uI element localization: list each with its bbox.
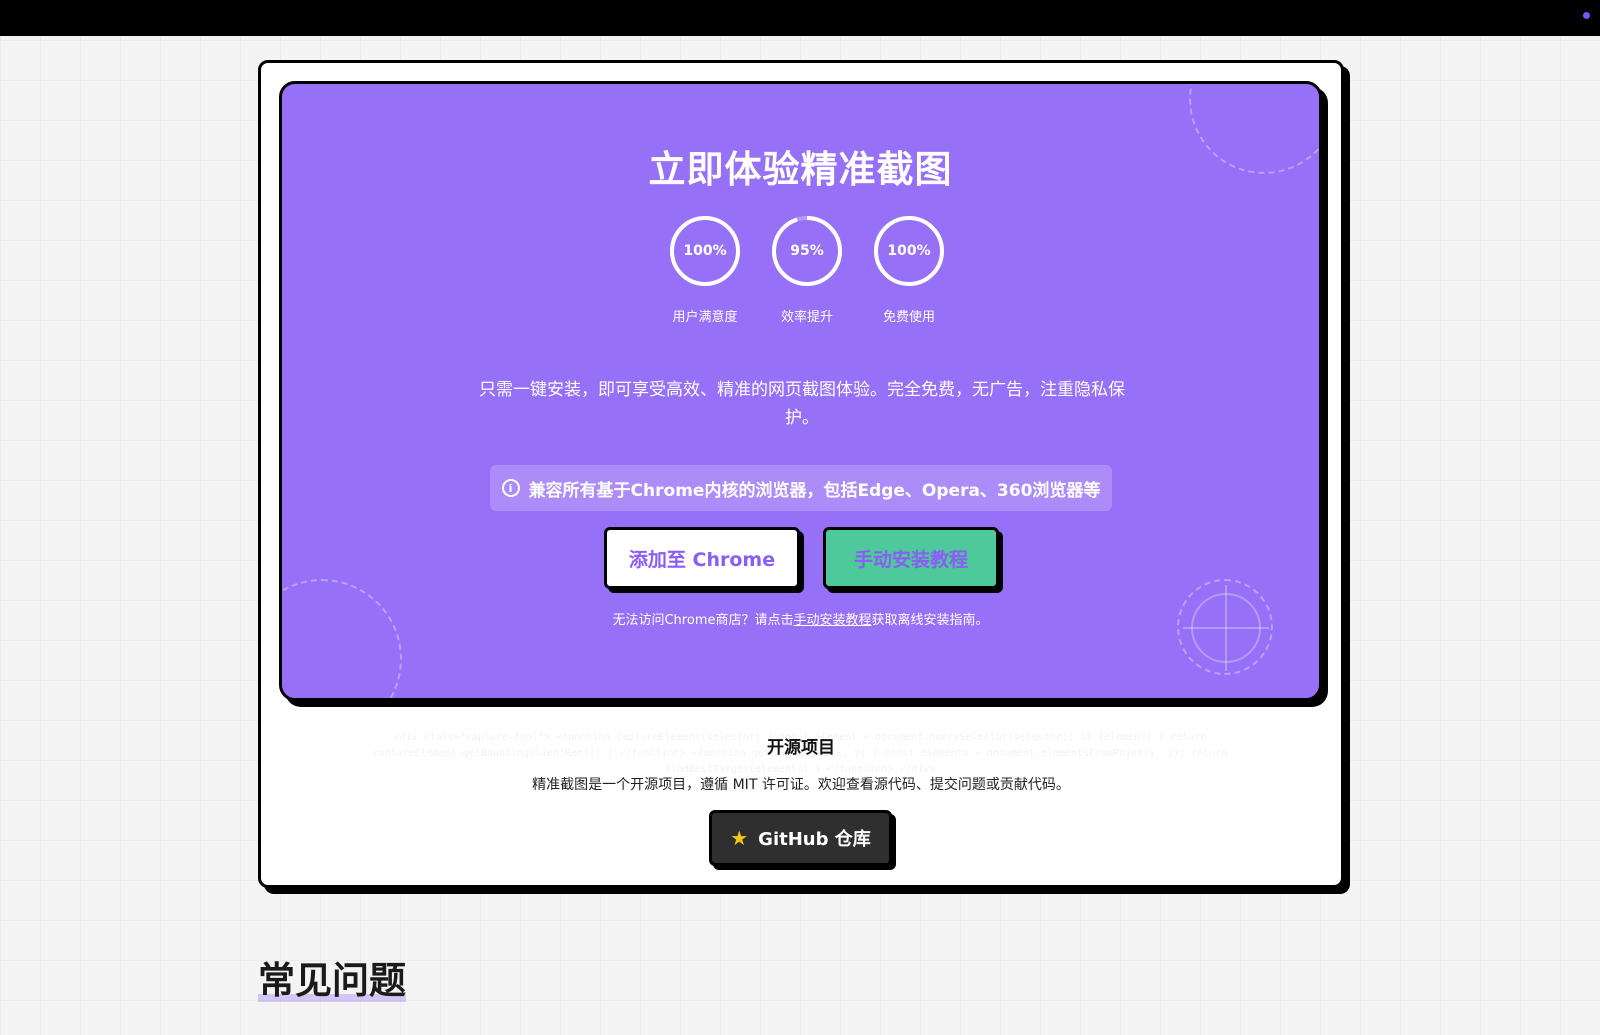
note-prefix: 无法访问Chrome商店？请点击: [612, 613, 794, 628]
cta-title: 立即体验精准截图: [648, 148, 953, 191]
stats-row: 100% 用户满意度 95% 效率提升 100% 免费使用: [667, 214, 947, 334]
status-dot: [1583, 12, 1590, 19]
stat-label: 效率提升: [780, 310, 833, 325]
stat-value: 100%: [683, 243, 727, 259]
top-bar: [0, 0, 1600, 36]
github-button-label: GitHub 仓库: [758, 829, 871, 850]
progress-ring: 100%: [668, 214, 742, 288]
compatibility-note: i 兼容所有基于Chrome内核的浏览器，包括Edge、Opera、360浏览器…: [490, 465, 1112, 511]
stat-label: 免费使用: [882, 310, 935, 325]
note-suffix: 获取离线安装指南。: [871, 613, 989, 628]
faq-title: 常见问题: [258, 950, 406, 1004]
cta-panel: 立即体验精准截图 100% 用户满意度 95% 效率提升 100% 免费使用 只…: [279, 81, 1322, 701]
stat-efficiency: 95% 效率提升: [769, 214, 845, 334]
stat-value: 100%: [887, 243, 931, 259]
manual-install-button[interactable]: 手动安装教程: [823, 527, 999, 589]
compatibility-text: 兼容所有基于Chrome内核的浏览器，包括Edge、Opera、360浏览器等: [528, 480, 1101, 501]
info-icon: i: [501, 479, 520, 497]
stat-value: 95%: [790, 243, 824, 259]
star-icon: ★: [730, 826, 749, 850]
cta-description: 只需一键安装，即可享受高效、精准的网页截图体验。完全免费，无广告，注重隐私保护。: [479, 380, 1125, 428]
decorative-circle-bottom-left: [282, 579, 402, 698]
stat-free: 100% 免费使用: [871, 214, 947, 334]
open-source-title: 开源项目: [767, 738, 835, 758]
progress-ring: 100%: [872, 214, 946, 288]
progress-ring: 95%: [770, 214, 844, 288]
open-source-description: 精准截图是一个开源项目，遵循 MIT 许可证。欢迎查看源代码、提交问题或贡献代码…: [532, 777, 1070, 793]
stat-satisfaction: 100% 用户满意度: [667, 214, 743, 334]
github-repo-button[interactable]: ★ GitHub 仓库: [709, 810, 892, 866]
offline-install-note: 无法访问Chrome商店？请点击手动安装教程获取离线安装指南。: [282, 609, 1319, 628]
manual-install-link[interactable]: 手动安装教程: [793, 613, 871, 628]
stat-label: 用户满意度: [672, 310, 738, 325]
add-to-chrome-button[interactable]: 添加至 Chrome: [604, 527, 800, 589]
